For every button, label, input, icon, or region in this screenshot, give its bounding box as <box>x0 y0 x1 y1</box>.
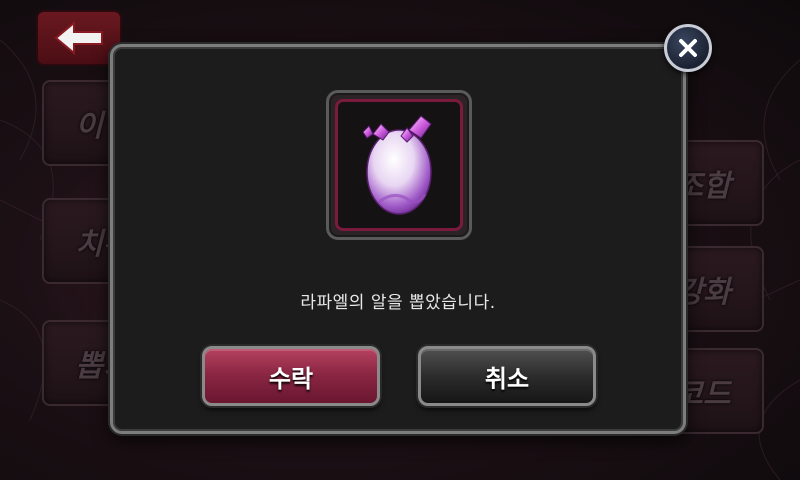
cancel-button[interactable]: 취소 <box>418 346 596 406</box>
close-button[interactable] <box>664 24 712 72</box>
cancel-button-label: 취소 <box>484 364 530 393</box>
accept-button-label: 수락 <box>268 364 314 393</box>
purple-egg-icon <box>362 115 432 215</box>
item-slot-inner <box>335 99 463 231</box>
item-slot <box>326 90 472 240</box>
back-arrow-icon <box>54 21 103 55</box>
result-message: 라파엘의 알을 뽑았습니다. <box>300 293 496 313</box>
accept-button[interactable]: 수락 <box>202 346 380 406</box>
close-icon <box>679 39 697 57</box>
